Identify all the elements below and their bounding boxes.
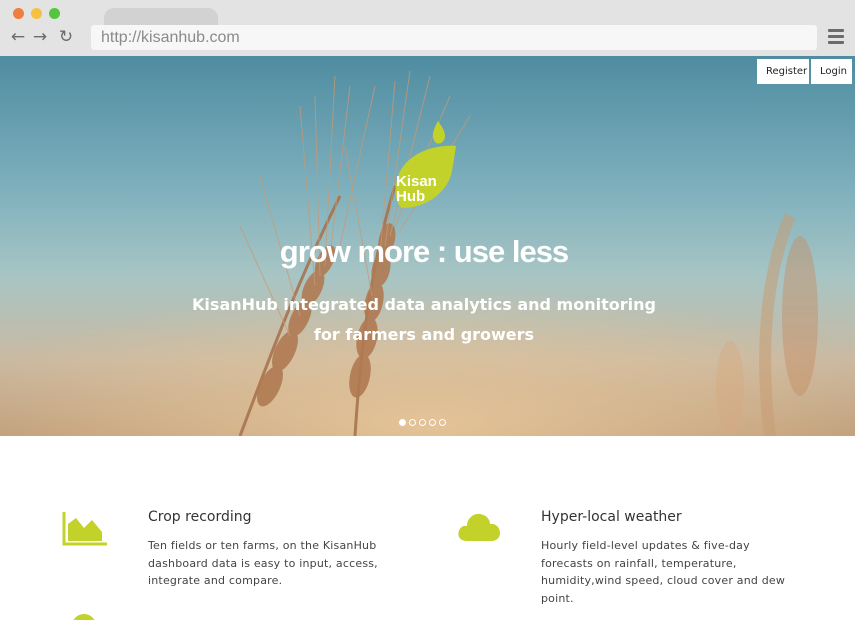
logo-text-line2: Hub [396,188,426,205]
hero-subtitle: KisanHub integrated data analytics and m… [192,295,656,344]
carousel-dots [399,411,449,426]
hero-banner: Register Login Kisan Hub grow more : use… [0,56,855,436]
logo-text-line1: Kisan [396,173,437,190]
next-feature-icon [72,614,96,620]
browser-chrome: ← → ↻ http://kisanhub.com [0,0,855,56]
maximize-window-button[interactable] [49,8,60,19]
feature-description: Hourly field-level updates & five-day fo… [541,539,786,605]
login-button[interactable]: Login [811,59,852,84]
cloud-icon [458,513,500,541]
carousel-dot-2[interactable] [409,419,416,426]
feature-description: Ten fields or ten farms, on the KisanHub… [148,539,378,587]
reload-icon[interactable]: ↻ [57,28,75,46]
hero-title: grow more : use less [279,234,569,269]
register-button[interactable]: Register [757,59,809,84]
hamburger-menu-icon[interactable] [828,29,844,45]
forward-arrow-icon[interactable]: → [31,28,49,46]
carousel-dot-4[interactable] [429,419,436,426]
carousel-dot-5[interactable] [439,419,446,426]
minimize-window-button[interactable] [31,8,42,19]
url-bar[interactable]: http://kisanhub.com [91,25,817,50]
logo-text: Kisan Hub [396,174,437,204]
carousel-dot-3[interactable] [419,419,426,426]
close-window-button[interactable] [13,8,24,19]
back-arrow-icon[interactable]: ← [9,28,27,46]
area-chart-icon [62,512,107,546]
feature-title: Crop recording [148,509,252,525]
feature-title: Hyper-local weather [541,509,682,525]
carousel-dot-1[interactable] [399,419,406,426]
